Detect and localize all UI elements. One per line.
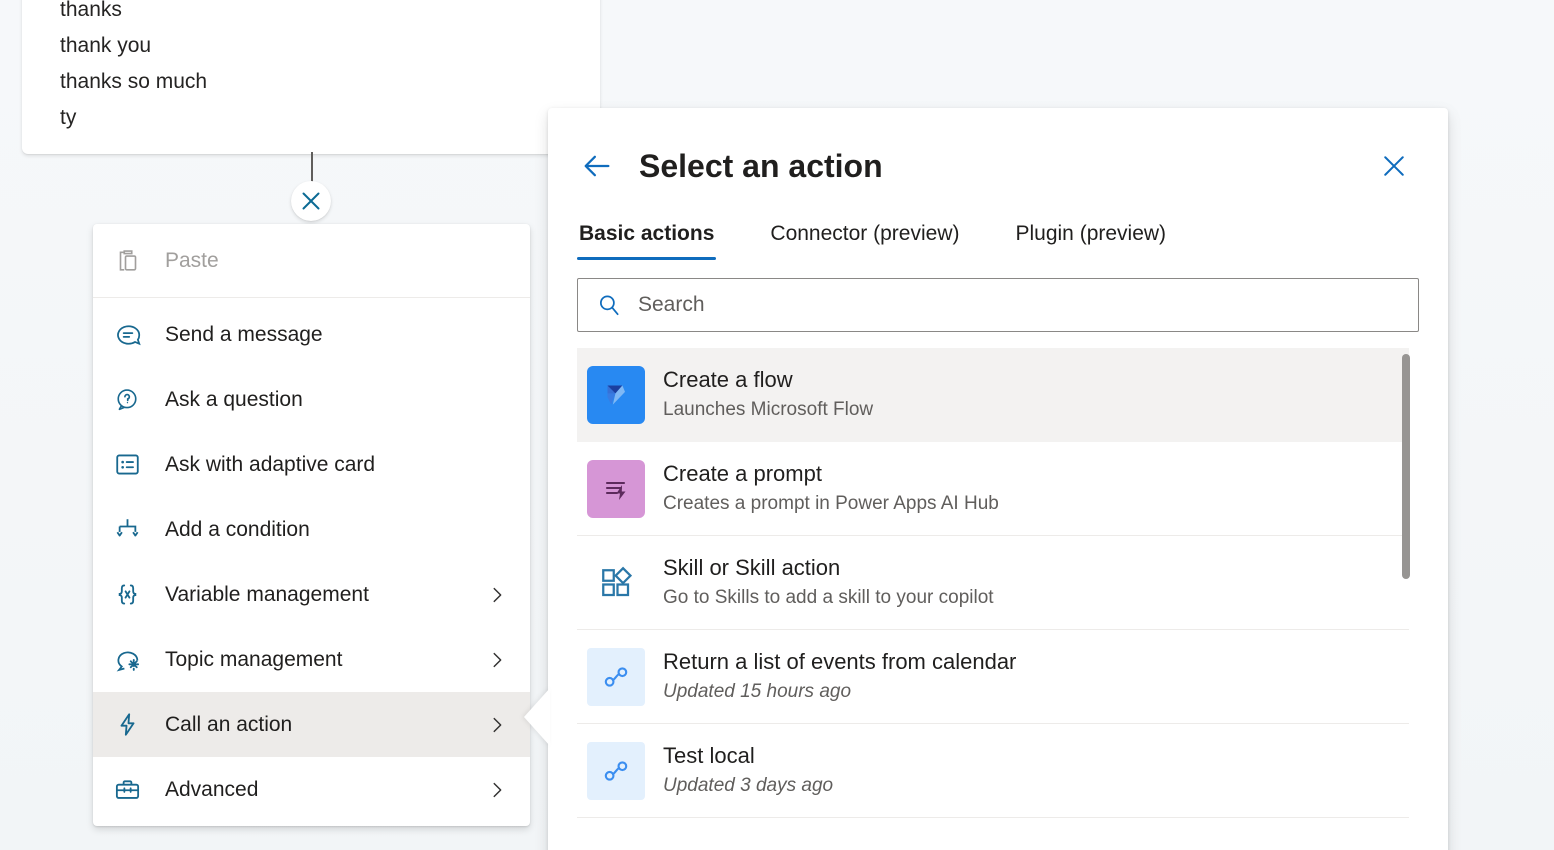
node-connector-line [311,152,313,184]
menu-item-label: Variable management [165,582,369,606]
message-bubble-icon [113,320,151,350]
context-menu: Paste Send a message Ask a question Ask … [93,224,530,826]
search-icon [594,292,624,318]
ai-prompt-icon [587,459,645,518]
skill-blocks-icon [587,554,645,612]
chevron-right-icon [486,649,508,671]
node-card-line: ty [60,106,77,129]
action-subtitle: Creates a prompt in Power Apps AI Hub [663,492,999,514]
page-title: Select an action [639,147,883,184]
menu-item-send-a-message[interactable]: Send a message [93,302,530,367]
tab-connector-preview[interactable]: Connector (preview) [768,214,961,260]
menu-item-label: Ask with adaptive card [165,452,376,476]
panel-tabs: Basic actions Connector (preview) Plugin… [548,214,1448,260]
action-row-create-a-prompt[interactable]: Create a prompt Creates a prompt in Powe… [577,442,1409,536]
search-input[interactable] [636,292,1402,318]
question-bubble-icon [113,386,151,414]
panel-callout-beak [524,688,550,746]
node-card-line: thanks so much [60,70,208,93]
menu-item-paste[interactable]: Paste [93,228,530,293]
node-card-line: thank you [60,34,152,57]
action-subtitle: Updated 3 days ago [663,774,834,796]
action-row-test-local[interactable]: Test local Updated 3 days ago [577,724,1409,818]
action-row-partial[interactable] [577,818,1409,826]
node-card-lines: thanks thank you thanks so much ty [60,0,580,136]
power-automate-icon [587,365,645,424]
menu-item-label: Ask a question [165,387,303,411]
menu-item-advanced[interactable]: Advanced [93,757,530,822]
close-node-button[interactable] [291,181,331,221]
action-title: Create a prompt [663,461,822,487]
action-row-skill-or-skill-action[interactable]: Skill or Skill action Go to Skills to ad… [577,536,1409,630]
chevron-right-icon [486,779,508,801]
action-title: Test local [663,743,755,769]
menu-item-topic-management[interactable]: Topic management [93,627,530,692]
menu-item-call-an-action[interactable]: Call an action [93,692,530,757]
menu-item-ask-a-question[interactable]: Ask a question [93,367,530,432]
action-title: Skill or Skill action [663,555,841,581]
action-title: Create a flow [663,367,793,393]
menu-separator [93,297,530,298]
close-panel-button[interactable] [1374,146,1414,186]
lightning-bolt-icon [113,710,151,739]
menu-item-label: Send a message [165,322,323,346]
action-row-create-a-flow[interactable]: Create a flow Launches Microsoft Flow [577,348,1409,442]
branch-condition-icon [113,515,151,544]
adaptive-card-icon [113,450,151,479]
clipboard-paste-icon [113,246,151,276]
menu-item-label: Call an action [165,712,293,736]
scrollbar-thumb[interactable] [1402,354,1410,579]
menu-item-label: Add a condition [165,517,310,541]
action-subtitle: Updated 15 hours ago [663,680,852,702]
menu-item-label: Advanced [165,777,259,801]
action-subtitle: Launches Microsoft Flow [663,398,874,420]
tab-plugin-preview[interactable]: Plugin (preview) [1013,214,1168,260]
action-list-area: Create a flow Launches Microsoft Flow Cr… [548,348,1448,826]
select-an-action-panel: Select an action Basic actions Connector… [548,108,1448,850]
chevron-right-icon [486,584,508,606]
action-title: Return a list of events from calendar [663,649,1017,675]
action-row-return-a-list-of-events-from-calendar[interactable]: Return a list of events from calendar Up… [577,630,1409,724]
menu-item-label: Paste [165,248,219,272]
connector-nodes-icon [587,647,645,706]
action-list-scrollbar[interactable] [1402,350,1410,822]
topic-node-card: thanks thank you thanks so much ty [22,0,600,154]
menu-item-ask-with-adaptive-card[interactable]: Ask with adaptive card [93,432,530,497]
topic-gear-bubble-icon [113,645,151,675]
action-subtitle: Go to Skills to add a skill to your copi… [663,586,994,608]
node-card-line: thanks [60,0,122,21]
close-x-icon [302,192,320,210]
close-x-icon [1384,156,1404,176]
arrow-left-icon [584,155,610,177]
menu-item-add-a-condition[interactable]: Add a condition [93,497,530,562]
back-button[interactable] [577,146,617,186]
panel-header: Select an action [548,108,1448,186]
briefcase-icon [113,775,151,804]
chevron-right-icon [486,714,508,736]
menu-item-variable-management[interactable]: Variable management [93,562,530,627]
menu-item-label: Topic management [165,647,343,671]
search-box[interactable] [577,278,1419,332]
connector-nodes-icon [587,741,645,800]
variable-braces-icon [113,580,151,609]
action-list: Create a flow Launches Microsoft Flow Cr… [577,348,1409,826]
tab-basic-actions[interactable]: Basic actions [577,214,717,260]
app-root: thanks thank you thanks so much ty Paste [0,0,1554,850]
